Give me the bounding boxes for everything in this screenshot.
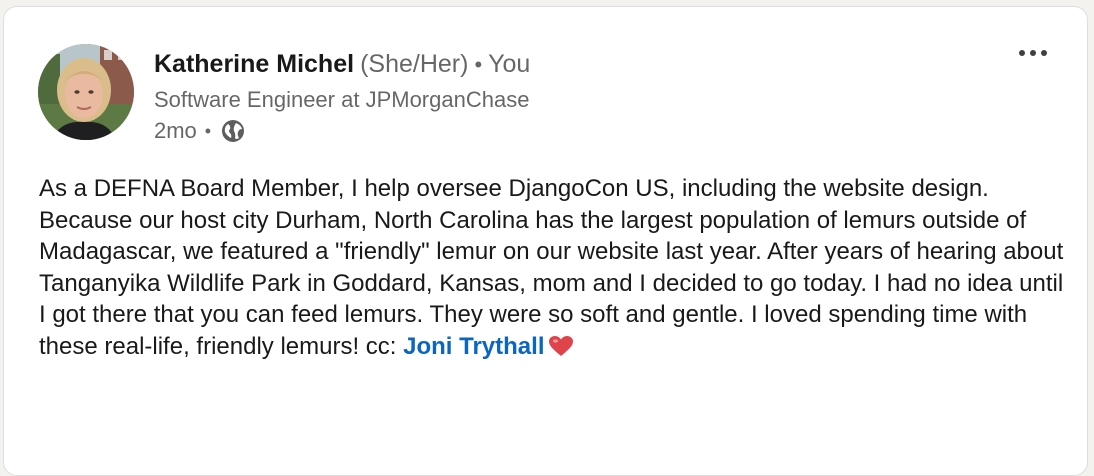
post-card: Katherine Michel (She/Her) • You Software E…: [3, 6, 1088, 476]
avatar[interactable]: [38, 44, 134, 140]
post-meta: 2mo •: [154, 116, 247, 146]
more-options-button[interactable]: [1013, 37, 1053, 69]
post-body: As a DEFNA Board Member, I help oversee …: [39, 173, 1069, 362]
author-line: Katherine Michel (She/Her) • You: [154, 47, 530, 82]
red-heart-icon: [548, 334, 574, 356]
globe-icon: [219, 117, 247, 145]
author-headline: Software Engineer at JPMorganChase: [154, 87, 530, 112]
post-time: 2mo: [154, 118, 197, 143]
separator-dot: •: [204, 120, 212, 141]
post-body-text: As a DEFNA Board Member, I help oversee …: [39, 175, 1064, 360]
mention-link[interactable]: Joni Trythall: [403, 333, 544, 360]
separator-dot: •: [474, 52, 483, 77]
author-pronouns: (She/Her): [360, 50, 469, 78]
more-horizontal-icon: [1019, 50, 1047, 56]
connection-degree: You: [488, 50, 531, 78]
author-name[interactable]: Katherine Michel: [154, 50, 354, 78]
